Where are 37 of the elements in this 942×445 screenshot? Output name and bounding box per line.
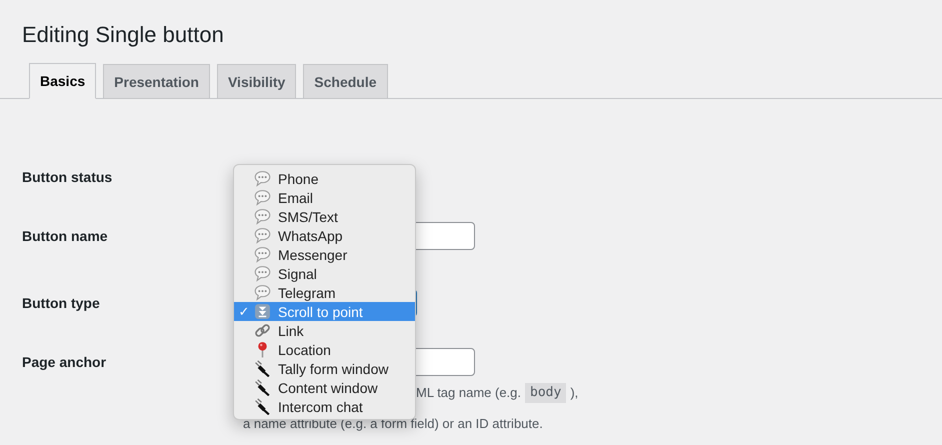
chain-link-icon	[254, 322, 271, 339]
menu-item[interactable]: SMS/Text	[234, 207, 415, 226]
speech-bubble-icon	[254, 284, 271, 301]
field-label: Page anchor	[22, 354, 108, 370]
page-title: Editing Single button	[21, 21, 225, 48]
help-text: a name attribute (e.g. a form field) or an ID attribute.	[243, 415, 544, 433]
help-text: ML tag name (e.g.	[416, 384, 522, 402]
menu-item[interactable]: Tally form window	[234, 359, 415, 378]
menu-item[interactable]: Intercom chat	[234, 397, 415, 416]
plug-icon	[254, 398, 271, 415]
plug-icon	[254, 360, 271, 377]
menu-item[interactable]: Messenger	[234, 245, 415, 264]
tab[interactable]: Basics	[29, 63, 96, 99]
code-snippet: body	[525, 383, 566, 403]
menu-item[interactable]: Link	[234, 321, 415, 340]
help-text: ),	[570, 384, 578, 402]
menu-item[interactable]: Phone	[234, 169, 415, 188]
tab[interactable]: Visibility	[216, 64, 296, 99]
tab[interactable]: Presentation	[103, 64, 210, 99]
menu-item[interactable]: WhatsApp	[234, 226, 415, 245]
speech-bubble-icon	[254, 170, 271, 187]
tab[interactable]: Schedule	[303, 64, 388, 99]
menu-item[interactable]: Signal	[234, 264, 415, 283]
speech-bubble-icon	[254, 189, 271, 206]
field-label: Button status	[22, 169, 114, 185]
speech-bubble-icon	[254, 265, 271, 282]
speech-bubble-icon	[254, 227, 271, 244]
menu-item[interactable]: Content window	[234, 378, 415, 397]
menu-item[interactable]: Telegram	[234, 283, 415, 302]
check-mark: ✓	[238, 304, 250, 319]
field-label: Button name	[22, 228, 109, 244]
plug-icon	[254, 379, 271, 396]
speech-bubble-icon	[254, 208, 271, 225]
menu-item[interactable]: Location	[234, 340, 415, 359]
field-label: Button type	[22, 295, 101, 311]
speech-bubble-icon	[254, 246, 271, 263]
menu-item[interactable]: Email	[234, 188, 415, 207]
